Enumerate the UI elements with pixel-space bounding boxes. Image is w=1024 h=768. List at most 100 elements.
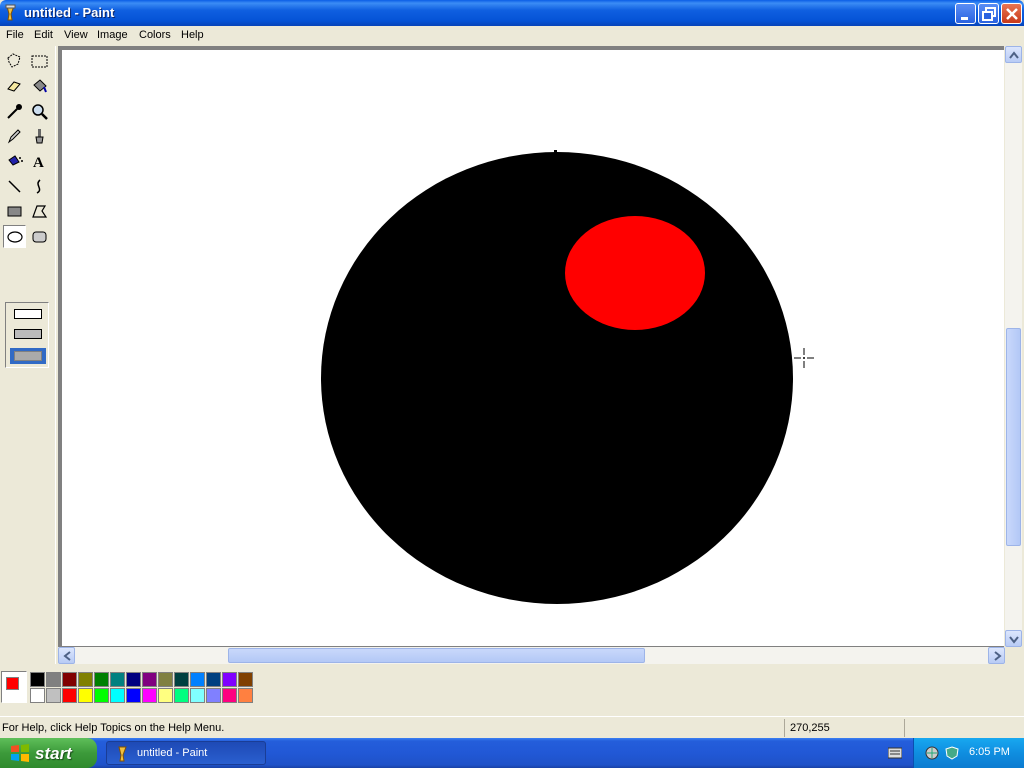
brush-tool[interactable] — [28, 125, 51, 148]
pencil-tool[interactable] — [3, 125, 26, 148]
palette-swatch[interactable] — [158, 672, 173, 687]
menu-view[interactable]: View — [64, 29, 88, 41]
eraser-tool[interactable] — [3, 75, 26, 98]
vertical-scroll-thumb[interactable] — [1006, 328, 1021, 546]
menu-help[interactable]: Help — [181, 29, 204, 41]
eraser-icon — [7, 81, 21, 92]
fill-tool[interactable] — [28, 75, 51, 98]
select-tool[interactable] — [28, 50, 51, 73]
palette-swatch[interactable] — [94, 688, 109, 703]
restore-button[interactable] — [978, 3, 999, 24]
palette-swatch[interactable] — [174, 672, 189, 687]
magnifier-tool[interactable] — [28, 100, 51, 123]
color-palette — [0, 665, 1024, 713]
palette-swatch[interactable] — [142, 688, 157, 703]
clock: 6:05 PM — [969, 746, 1010, 758]
pick-color-tool[interactable] — [3, 100, 26, 123]
palette-swatch[interactable] — [78, 672, 93, 687]
line-tool[interactable] — [3, 175, 26, 198]
palette-swatch[interactable] — [206, 672, 221, 687]
fill-only-swatch — [14, 351, 42, 361]
ellipse-tool[interactable] — [3, 225, 26, 248]
airbrush-tool[interactable] — [3, 150, 26, 173]
menu-edit[interactable]: Edit — [34, 29, 53, 41]
status-bar: For Help, click Help Topics on the Help … — [0, 716, 1024, 738]
free-form-select-tool[interactable] — [3, 50, 26, 73]
palette-swatch[interactable] — [110, 688, 125, 703]
palette-swatch[interactable] — [238, 672, 253, 687]
palette-swatch[interactable] — [46, 688, 61, 703]
palette-swatch[interactable] — [206, 688, 221, 703]
polygon-icon — [32, 205, 48, 218]
network-icon[interactable] — [924, 745, 940, 761]
menu-file[interactable]: File — [6, 29, 24, 41]
text-tool[interactable]: A — [28, 150, 51, 173]
arrow-down-icon — [1009, 636, 1019, 644]
menu-image[interactable]: Image — [97, 29, 128, 41]
keyboard-icon[interactable] — [888, 747, 902, 759]
palette-swatch[interactable] — [142, 672, 157, 687]
menu-colors[interactable]: Colors — [139, 29, 171, 41]
close-icon — [1006, 8, 1018, 20]
canvas-drawing — [321, 150, 793, 604]
palette-swatch[interactable] — [190, 688, 205, 703]
rectangle-tool[interactable] — [3, 200, 26, 223]
start-label: start — [35, 744, 72, 763]
taskbar-item-paint[interactable]: untitled - Paint — [106, 741, 266, 765]
palette-swatch[interactable] — [126, 688, 141, 703]
status-divider — [784, 719, 785, 737]
scroll-right-button[interactable] — [988, 647, 1005, 664]
palette-swatch[interactable] — [190, 672, 205, 687]
status-divider — [904, 719, 905, 737]
polygon-tool[interactable] — [28, 200, 51, 223]
palette-swatch[interactable] — [46, 672, 61, 687]
curve-tool[interactable] — [28, 175, 51, 198]
horizontal-scroll-thumb[interactable] — [228, 648, 645, 663]
window-title: untitled - Paint — [24, 5, 115, 20]
scroll-left-button[interactable] — [58, 647, 75, 664]
taskbar-item-label: untitled - Paint — [137, 747, 208, 759]
palette-swatch[interactable] — [174, 688, 189, 703]
palette-swatch[interactable] — [222, 672, 237, 687]
palette-swatch[interactable] — [30, 672, 45, 687]
rounded-rectangle-tool[interactable] — [28, 225, 51, 248]
black-circle — [321, 152, 793, 604]
svg-text:A: A — [33, 155, 44, 171]
palette-swatch[interactable] — [222, 688, 237, 703]
palette-swatch[interactable] — [126, 672, 141, 687]
scroll-up-button[interactable] — [1005, 46, 1022, 63]
toolbox: A — [0, 46, 56, 664]
palette-swatch[interactable] — [94, 672, 109, 687]
close-button[interactable] — [1001, 3, 1022, 24]
drawing-canvas[interactable] — [62, 50, 1004, 646]
palette-swatch[interactable] — [158, 688, 173, 703]
rounded-rectangle-icon — [32, 231, 47, 243]
palette-swatch[interactable] — [238, 688, 253, 703]
current-colors[interactable] — [1, 671, 27, 703]
restore-icon — [982, 7, 996, 21]
fill-outline-option[interactable] — [14, 309, 42, 319]
fill-outline-and-color-option[interactable] — [14, 329, 42, 339]
scroll-down-button[interactable] — [1005, 630, 1022, 647]
palette-swatch[interactable] — [110, 672, 125, 687]
red-circle — [565, 216, 705, 330]
security-shield-icon[interactable] — [944, 745, 960, 761]
title-bar[interactable]: untitled - Paint — [0, 0, 1024, 26]
minimize-icon — [961, 17, 968, 20]
start-button[interactable]: start — [0, 738, 97, 768]
palette-swatch[interactable] — [30, 688, 45, 703]
arrow-left-icon — [63, 651, 71, 661]
paint-app-icon — [118, 746, 127, 762]
palette-swatch[interactable] — [78, 688, 93, 703]
paint-bucket-icon — [33, 79, 47, 93]
palette-swatch[interactable] — [62, 672, 77, 687]
minimize-button[interactable] — [955, 3, 976, 24]
status-help-text: For Help, click Help Topics on the Help … — [2, 722, 225, 734]
eyedropper-icon — [7, 104, 22, 119]
system-tray: 6:05 PM — [913, 738, 1024, 768]
palette-swatch[interactable] — [62, 688, 77, 703]
menu-bar: File Edit View Image Colors Help — [0, 26, 1024, 45]
rectangle-icon — [7, 206, 22, 217]
text-a-icon: A — [33, 155, 44, 171]
fill-only-option-selected[interactable] — [10, 348, 46, 364]
